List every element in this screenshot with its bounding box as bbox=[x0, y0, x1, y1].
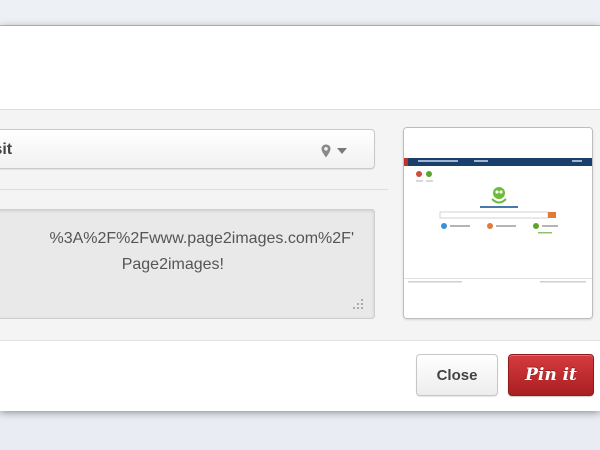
image-thumbnail[interactable] bbox=[403, 127, 593, 319]
map-marker-icon[interactable] bbox=[320, 144, 332, 158]
dialog-header bbox=[0, 26, 600, 110]
close-button[interactable]: Close bbox=[416, 354, 498, 396]
body-divider bbox=[0, 189, 388, 190]
caret-down-icon[interactable] bbox=[336, 146, 348, 156]
pin-it-button[interactable]: Pin it bbox=[508, 354, 594, 396]
description-line: %3A%2F%2Fwww.page2images.com%2F' bbox=[49, 230, 354, 247]
board-select[interactable]: isit bbox=[0, 129, 375, 169]
webpage-screenshot-icon bbox=[404, 128, 592, 318]
description-textarea[interactable]: %3A%2F%2Fwww.page2images.com%2F' Page2ima… bbox=[0, 209, 375, 319]
description-line: Page2images! bbox=[121, 256, 224, 273]
dialog-body: isit %3A%2F%2Fwww.page2images.com%2F' Pag… bbox=[0, 110, 600, 340]
pin-dialog: isit %3A%2F%2Fwww.page2images.com%2F' Pag… bbox=[0, 26, 600, 411]
board-select-value: isit bbox=[0, 141, 13, 158]
dialog-footer: Close Pin it bbox=[0, 340, 600, 411]
resize-grip-icon[interactable] bbox=[352, 298, 364, 310]
page-backdrop bbox=[0, 0, 600, 26]
